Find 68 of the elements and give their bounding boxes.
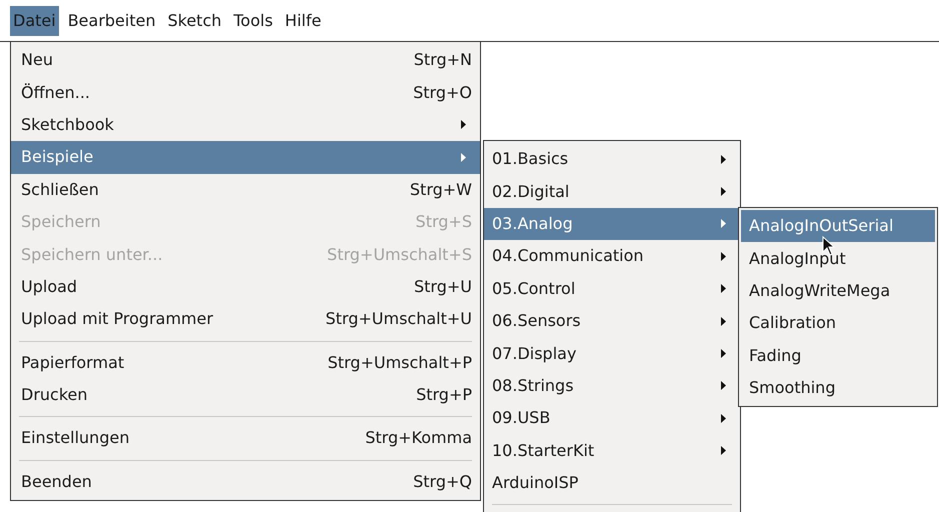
menu-item[interactable]: Upload mit Programmer Strg+Umschalt+U <box>11 303 480 336</box>
menu-item-label: Speichern unter... <box>21 244 163 266</box>
shortcut-label: Strg+U <box>414 276 472 298</box>
menu-item[interactable]: Beenden Strg+Q <box>11 466 480 498</box>
menu-title[interactable]: Sketch <box>164 6 224 36</box>
shortcut-label: Strg+Umschalt+S <box>327 244 472 266</box>
menu-item[interactable]: AnalogInOutSerial <box>741 210 935 242</box>
shortcut-label: Strg+Komma <box>365 427 472 450</box>
menu-item[interactable]: 01.Basics <box>484 143 740 176</box>
menu-item-label: 06.Sensors <box>492 310 581 332</box>
menu-item[interactable]: 08.Strings <box>484 370 740 402</box>
shortcut-label: Strg+Umschalt+P <box>328 352 472 374</box>
menu-item[interactable]: 06.Sensors <box>484 304 740 338</box>
shortcut-label: Strg+Q <box>413 470 472 493</box>
menu-item[interactable]: Papierformat Strg+Umschalt+P <box>11 346 480 379</box>
shortcut-label: Strg+O <box>413 82 472 104</box>
menu-item[interactable]: 03.Analog <box>484 208 740 240</box>
menu-item-label: 08.Strings <box>492 374 574 397</box>
menu-item[interactable]: AnalogWriteMega <box>741 274 935 308</box>
shortcut-label: Strg+N <box>414 49 472 72</box>
menu-item[interactable]: Fading <box>741 340 935 372</box>
menu-item-label: Einstellungen <box>21 427 130 450</box>
menu-item[interactable]: Neu Strg+N <box>11 44 480 76</box>
menu-title[interactable]: Bearbeiten <box>64 6 159 36</box>
menu-item-label: Drucken <box>21 384 88 406</box>
menu-item[interactable]: 02.Digital <box>484 175 740 208</box>
menu-item-label: 09.USB <box>492 407 550 430</box>
menu-item[interactable]: Schließen Strg+W <box>11 174 480 206</box>
menu-item[interactable]: 05.Control <box>484 272 740 305</box>
menu-title[interactable]: Datei <box>10 6 59 36</box>
menu-item-label: Speichern <box>21 211 101 234</box>
menu-item[interactable]: AnalogInput <box>741 242 935 275</box>
menu-item-label: Beenden <box>21 470 92 493</box>
menu-item-label: 05.Control <box>492 278 576 300</box>
menu-title[interactable]: Tools <box>230 6 276 36</box>
shortcut-label: Strg+Umschalt+U <box>326 308 472 330</box>
menu-item-label: 10.StarterKit <box>492 440 594 462</box>
menu-item[interactable]: Drucken Strg+P <box>11 378 480 412</box>
menu-item[interactable]: Beispiele <box>11 141 480 174</box>
menu-item-label: Sketchbook <box>21 114 114 136</box>
menu-item-label: Schließen <box>21 178 99 201</box>
menu-item-label: Beispiele <box>21 146 94 168</box>
menu-item-label: Öffnen... <box>21 82 90 104</box>
menu-item-label: 02.Digital <box>492 180 570 203</box>
menu-item[interactable]: 09.USB <box>484 402 740 435</box>
menu-item[interactable]: Sketchbook <box>11 108 480 142</box>
menu-item[interactable]: 07.Display <box>484 337 740 370</box>
menu-item-label: ArduinoISP <box>492 472 578 494</box>
menu-item-label: 01.Basics <box>492 148 568 170</box>
menu-item[interactable]: ArduinoISP <box>484 466 740 500</box>
menu-item-label: Papierformat <box>21 352 124 374</box>
menu-item[interactable]: Öffnen... Strg+O <box>11 76 480 109</box>
menu-title[interactable]: Hilfe <box>282 6 324 36</box>
menu-item-label: 04.Communication <box>492 245 644 268</box>
menu-item-label: Upload <box>21 276 78 298</box>
menu-item[interactable]: Einstellungen Strg+Komma <box>11 422 480 455</box>
shortcut-label: Strg+S <box>416 211 472 234</box>
menu-item-label: Neu <box>21 49 53 72</box>
menu-item[interactable]: Calibration <box>741 307 935 340</box>
menu-item[interactable]: Smoothing <box>741 372 935 404</box>
menu-item[interactable]: 04.Communication <box>484 240 740 273</box>
shortcut-label: Strg+P <box>416 384 472 406</box>
menu-item[interactable]: 10.StarterKit <box>484 434 740 467</box>
menu-item-label: Upload mit Programmer <box>21 308 214 330</box>
menu-item[interactable]: Upload Strg+U <box>11 270 480 304</box>
shortcut-label: Strg+W <box>410 178 472 201</box>
menu-item-label: 07.Display <box>492 342 576 365</box>
menu-item-label: 03.Analog <box>492 212 573 235</box>
